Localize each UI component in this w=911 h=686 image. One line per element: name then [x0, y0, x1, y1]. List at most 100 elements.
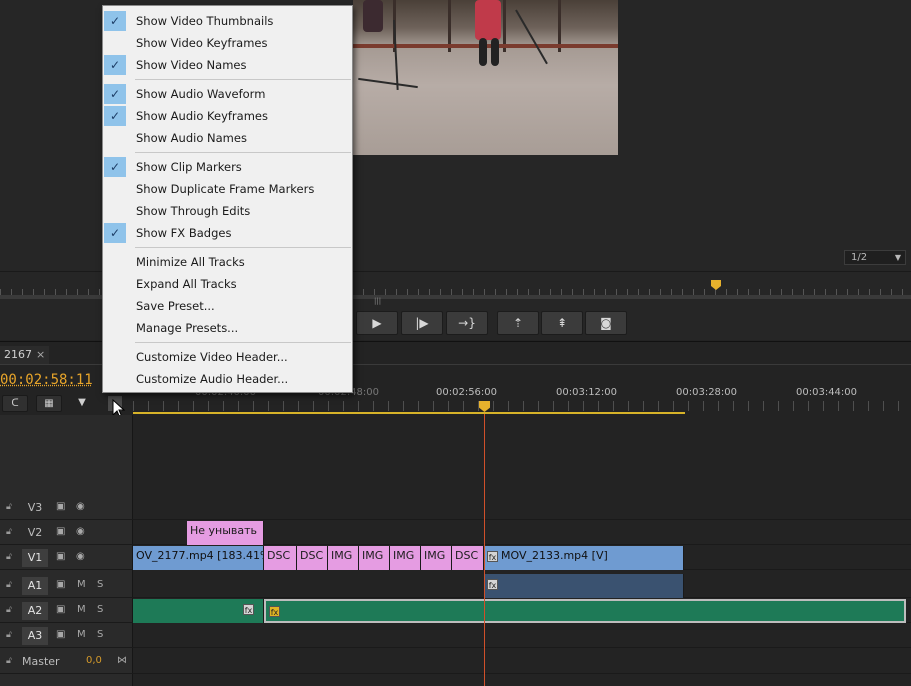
lock-icon[interactable]: 🔓︎: [6, 630, 12, 640]
track-name-v3[interactable]: V3: [22, 499, 48, 517]
menu-item-label: Show Duplicate Frame Markers: [136, 182, 315, 196]
sync-lock-icon[interactable]: ▣: [56, 551, 65, 562]
track-name-a2[interactable]: A2: [22, 602, 48, 620]
clip-label: Не унывать: [190, 524, 258, 537]
step-forward-button[interactable]: |▶: [401, 311, 443, 335]
mute-button[interactable]: M: [77, 604, 86, 615]
eye-icon[interactable]: ◉: [76, 501, 85, 512]
menu-item-show-audio-waveform[interactable]: ✓ Show Audio Waveform: [103, 83, 352, 105]
lane-v1[interactable]: OV_2177.mp4 [183.41%] DSC DSC IMG IMG IM…: [133, 546, 911, 570]
solo-button[interactable]: S: [97, 604, 103, 615]
image-clip[interactable]: DSC: [452, 546, 484, 570]
lane-a3[interactable]: [133, 624, 911, 648]
image-clip[interactable]: IMG: [359, 546, 390, 570]
menu-item-customize-video-header[interactable]: Customize Video Header...: [103, 346, 352, 368]
menu-item-label: Show Through Edits: [136, 204, 251, 218]
lane-master[interactable]: [133, 650, 911, 674]
lock-icon[interactable]: 🔓︎: [6, 580, 12, 590]
lane-a2[interactable]: fx fx: [133, 599, 911, 623]
bowtie-icon[interactable]: ⋈: [117, 655, 127, 666]
sync-lock-icon[interactable]: ▣: [56, 579, 65, 590]
lock-icon[interactable]: 🔓︎: [6, 527, 12, 537]
sync-lock-icon[interactable]: ▣: [56, 604, 65, 615]
solo-button[interactable]: S: [97, 629, 103, 640]
menu-item-show-audio-names[interactable]: Show Audio Names: [103, 127, 352, 149]
audio-clip[interactable]: fx: [264, 599, 906, 623]
menu-item-label: Show Video Keyframes: [136, 36, 268, 50]
close-icon[interactable]: ×: [36, 348, 45, 361]
eye-icon[interactable]: ◉: [76, 526, 85, 537]
go-to-out-button[interactable]: →}: [446, 311, 488, 335]
lock-icon[interactable]: 🔓︎: [6, 552, 12, 562]
snap-button[interactable]: ᑕ: [2, 395, 28, 412]
checkmark-icon: ✓: [104, 11, 126, 31]
track-name-a3[interactable]: A3: [22, 627, 48, 645]
chevron-down-icon: ▼: [894, 253, 901, 262]
solo-button[interactable]: S: [97, 579, 103, 590]
menu-item-save-preset[interactable]: Save Preset...: [103, 295, 352, 317]
sync-lock-icon[interactable]: ▣: [56, 501, 65, 512]
menu-item-customize-audio-header[interactable]: Customize Audio Header...: [103, 368, 352, 390]
export-frame-button[interactable]: ◙: [585, 311, 627, 335]
mute-button[interactable]: M: [77, 579, 86, 590]
image-clip[interactable]: IMG: [421, 546, 452, 570]
playhead-line: [484, 414, 485, 686]
mute-button[interactable]: M: [77, 629, 86, 640]
ruler-label: 00:03:44:00: [796, 387, 858, 398]
lane-v3[interactable]: [133, 496, 911, 520]
lane-a1[interactable]: fx: [133, 574, 911, 598]
image-clip[interactable]: DSC: [264, 546, 297, 570]
menu-item-show-video-keyframes[interactable]: Show Video Keyframes: [103, 32, 352, 54]
resolution-select[interactable]: 1/2 ▼: [844, 250, 906, 265]
menu-item-show-audio-keyframes[interactable]: ✓ Show Audio Keyframes: [103, 105, 352, 127]
extract-button[interactable]: ⇞: [541, 311, 583, 335]
add-marker-button[interactable]: ▼: [70, 395, 94, 412]
track-name-v2[interactable]: V2: [22, 524, 48, 542]
audio-clip[interactable]: fx: [133, 599, 264, 623]
lock-icon[interactable]: 🔓︎: [6, 605, 12, 615]
play-button[interactable]: ▶: [356, 311, 398, 335]
lift-button[interactable]: ⇡: [497, 311, 539, 335]
eye-icon[interactable]: ◉: [76, 551, 85, 562]
menu-item-label: Show Video Names: [136, 58, 247, 72]
track-name-a1[interactable]: A1: [22, 577, 48, 595]
image-clip[interactable]: IMG: [328, 546, 359, 570]
menu-item-show-clip-markers[interactable]: ✓ Show Clip Markers: [103, 156, 352, 178]
lane-v2[interactable]: Не унывать: [133, 521, 911, 545]
menu-item-show-video-names[interactable]: ✓ Show Video Names: [103, 54, 352, 76]
lock-icon[interactable]: 🔓︎: [6, 656, 12, 666]
work-area-bar[interactable]: [133, 412, 685, 414]
master-volume[interactable]: 0,0: [86, 655, 102, 666]
video-clip[interactable]: OV_2177.mp4 [183.41%]: [133, 546, 264, 570]
menu-item-manage-presets[interactable]: Manage Presets...: [103, 317, 352, 339]
image-clip[interactable]: DSC: [297, 546, 328, 570]
menu-item-minimize-all-tracks[interactable]: Minimize All Tracks: [103, 251, 352, 273]
track-name-v1[interactable]: V1: [22, 549, 48, 567]
sequence-tab[interactable]: 2167 ×: [0, 346, 50, 364]
menu-item-label: Expand All Tracks: [136, 277, 237, 291]
image-clip[interactable]: IMG: [390, 546, 421, 570]
track-header-a3: 🔓︎ A3 ▣ M S: [0, 624, 133, 648]
sync-lock-icon[interactable]: ▣: [56, 629, 65, 640]
audio-clip[interactable]: fx: [484, 574, 684, 598]
title-clip[interactable]: Не унывать: [187, 521, 264, 545]
ruler-label: 00:03:12:00: [556, 387, 618, 398]
video-clip[interactable]: fx MOV_2133.mp4 [V]: [484, 546, 684, 570]
menu-item-show-through-edits[interactable]: Show Through Edits: [103, 200, 352, 222]
menu-item-show-fx-badges[interactable]: ✓ Show FX Badges: [103, 222, 352, 244]
checkmark-icon: ✓: [104, 223, 126, 243]
extract-icon: ⇞: [556, 316, 568, 330]
menu-item-expand-all-tracks[interactable]: Expand All Tracks: [103, 273, 352, 295]
menu-item-label: Show FX Badges: [136, 226, 232, 240]
camera-icon: ◙: [600, 316, 612, 330]
menu-item-show-duplicate-frame-markers[interactable]: Show Duplicate Frame Markers: [103, 178, 352, 200]
checkmark-icon: ✓: [104, 157, 126, 177]
linked-selection-button[interactable]: ▦: [36, 395, 62, 412]
lock-icon[interactable]: 🔓︎: [6, 502, 12, 512]
playhead-timecode[interactable]: 00:02:58:11: [0, 372, 93, 388]
menu-item-show-video-thumbnails[interactable]: ✓ Show Video Thumbnails: [103, 10, 352, 32]
go-to-out-icon: →}: [458, 316, 476, 330]
sync-lock-icon[interactable]: ▣: [56, 526, 65, 537]
menu-item-label: Show Audio Names: [136, 131, 247, 145]
zoom-grip-icon[interactable]: |||: [374, 297, 381, 305]
